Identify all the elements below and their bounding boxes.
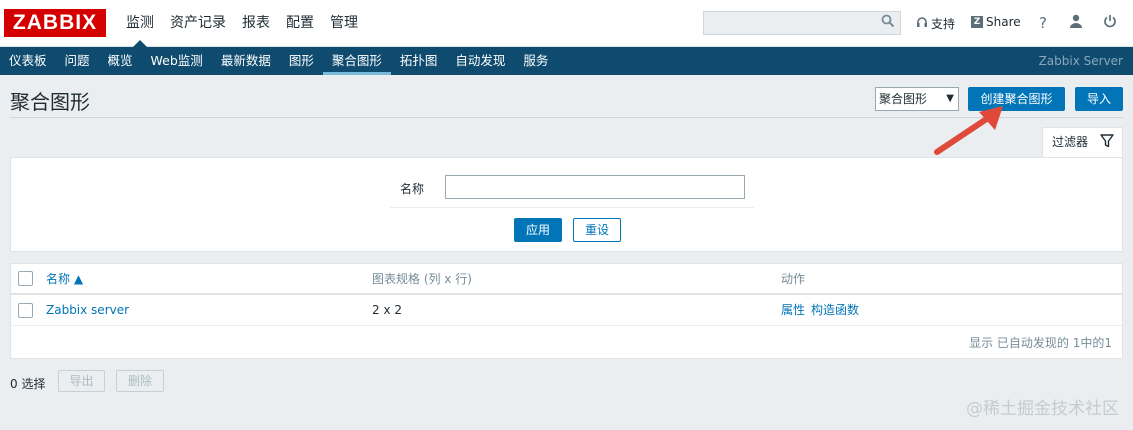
nav-administration[interactable]: 管理: [322, 0, 366, 47]
top-header: ZABBIX 监测 资产记录 报表 配置 管理 支持 Z Share ?: [0, 0, 1133, 47]
dimension-header: 图表规格 (列 x 行): [372, 272, 472, 286]
sort-by-name-header[interactable]: 名称 ▲: [46, 264, 83, 295]
main-nav: 监测 资产记录 报表 配置 管理: [118, 0, 366, 47]
headset-icon: [916, 16, 928, 31]
support-label: 支持: [931, 17, 956, 31]
nav-reports[interactable]: 报表: [234, 0, 278, 47]
support-link[interactable]: 支持: [916, 15, 955, 32]
filter-divider: [390, 207, 754, 208]
name-field-label: 名称: [400, 182, 425, 196]
subnav-problems[interactable]: 问题: [56, 47, 99, 75]
subnav-discovery[interactable]: 自动发现: [446, 47, 514, 75]
watermark: @稀土掘金技术社区: [966, 399, 1119, 419]
reset-button[interactable]: 重设: [573, 218, 621, 242]
server-name: Zabbix Server: [1038, 54, 1123, 68]
share-link[interactable]: Z Share: [971, 15, 1021, 29]
properties-link[interactable]: 属性: [781, 295, 805, 326]
subnav-dashboard[interactable]: 仪表板: [0, 47, 56, 75]
table-header: 名称 ▲ 图表规格 (列 x 行) 动作: [11, 264, 1122, 295]
nav-configuration[interactable]: 配置: [278, 0, 322, 47]
actions-header: 动作: [781, 272, 806, 286]
subnav-overview[interactable]: 概览: [99, 47, 142, 75]
search-icon[interactable]: [879, 14, 897, 32]
subnav-web[interactable]: Web监测: [142, 47, 212, 75]
import-button[interactable]: 导入: [1075, 87, 1123, 111]
screen-name-link[interactable]: Zabbix server: [46, 295, 129, 326]
select-all-checkbox[interactable]: [18, 271, 33, 286]
global-search-input[interactable]: [703, 11, 901, 35]
power-icon[interactable]: [1101, 13, 1119, 33]
delete-button[interactable]: 删除: [116, 370, 164, 392]
apply-button[interactable]: 应用: [514, 218, 562, 242]
screen-dimension: 2 x 2: [372, 303, 402, 317]
table-footer-count: 显示 已自动发现的 1中的1: [969, 336, 1112, 350]
subnav-graphs[interactable]: 图形: [280, 47, 323, 75]
filter-panel: 名称 应用 重设: [10, 157, 1123, 252]
share-label: Share: [986, 15, 1021, 29]
name-filter-input[interactable]: [445, 175, 745, 199]
selected-count: 0 选择: [10, 377, 46, 391]
sub-nav: 仪表板 问题 概览 Web监测 最新数据 图形 聚合图形 拓扑图 自动发现 服务…: [0, 47, 1133, 75]
zabbix-logo[interactable]: ZABBIX: [4, 9, 106, 37]
screens-table: 名称 ▲ 图表规格 (列 x 行) 动作 Zabbix server 2 x 2…: [10, 263, 1123, 359]
table-row: Zabbix server 2 x 2 属性 构造函数: [11, 295, 1122, 326]
filter-tab[interactable]: 过滤器: [1042, 127, 1123, 157]
annotation-arrow-icon: [934, 106, 1003, 155]
subnav-services[interactable]: 服务: [514, 47, 557, 75]
subnav-maps[interactable]: 拓扑图: [391, 47, 447, 75]
nav-inventory[interactable]: 资产记录: [162, 0, 234, 47]
nav-monitoring[interactable]: 监测: [118, 0, 162, 47]
subnav-latest-data[interactable]: 最新数据: [212, 47, 280, 75]
help-icon[interactable]: ?: [1034, 13, 1052, 33]
row-checkbox[interactable]: [18, 303, 33, 318]
subnav-screens[interactable]: 聚合图形: [322, 47, 391, 75]
user-icon[interactable]: [1067, 13, 1085, 33]
page-title: 聚合图形: [10, 90, 90, 114]
constructor-link[interactable]: 构造函数: [811, 295, 859, 326]
export-button[interactable]: 导出: [58, 370, 105, 392]
view-select-value: 聚合图形: [879, 92, 928, 106]
filter-tab-label: 过滤器: [1052, 135, 1089, 149]
share-z-icon: Z: [971, 16, 983, 28]
funnel-icon: [1100, 134, 1114, 148]
